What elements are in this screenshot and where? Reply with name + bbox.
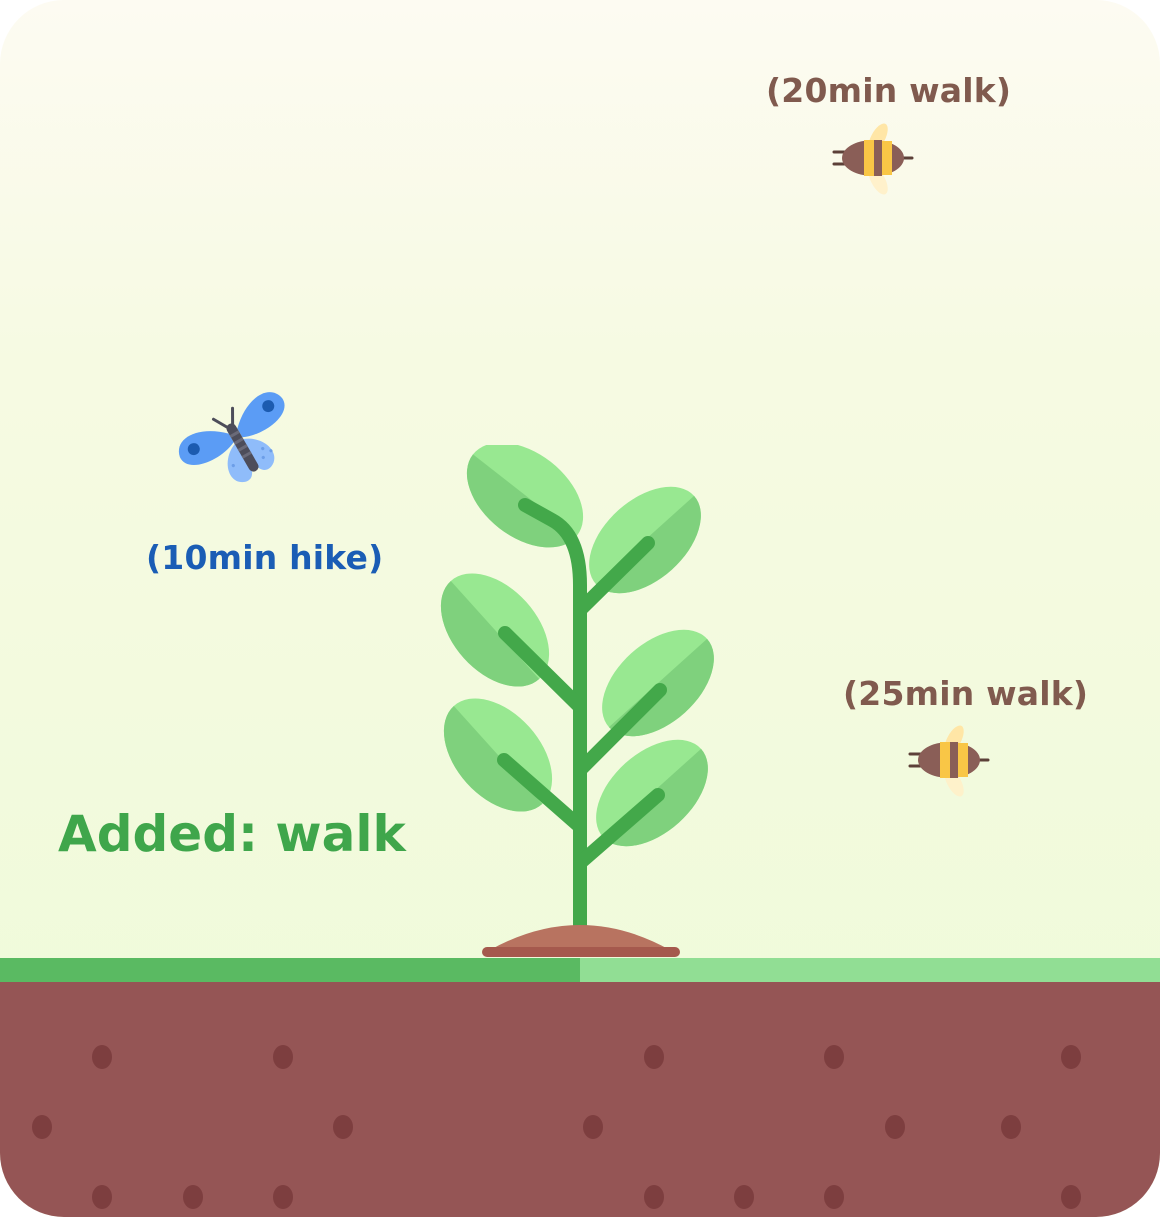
garden-scene: (10min hike) (20min walk) (25min walk) A… bbox=[0, 0, 1160, 1217]
bee-icon bbox=[908, 725, 990, 797]
plant-icon bbox=[440, 445, 714, 957]
soil-dots bbox=[32, 1045, 1081, 1209]
bee-right-label: (25min walk) bbox=[843, 674, 1089, 713]
bee-top-label: (20min walk) bbox=[766, 71, 1012, 110]
ground-progress-fill bbox=[0, 958, 580, 982]
ground-progress-bar bbox=[0, 958, 1160, 982]
bee-icon bbox=[832, 123, 914, 195]
status-text: Added: walk bbox=[58, 805, 406, 863]
butterfly-label: (10min hike) bbox=[146, 538, 384, 577]
soil bbox=[0, 982, 1160, 1217]
butterfly-icon bbox=[178, 392, 285, 482]
